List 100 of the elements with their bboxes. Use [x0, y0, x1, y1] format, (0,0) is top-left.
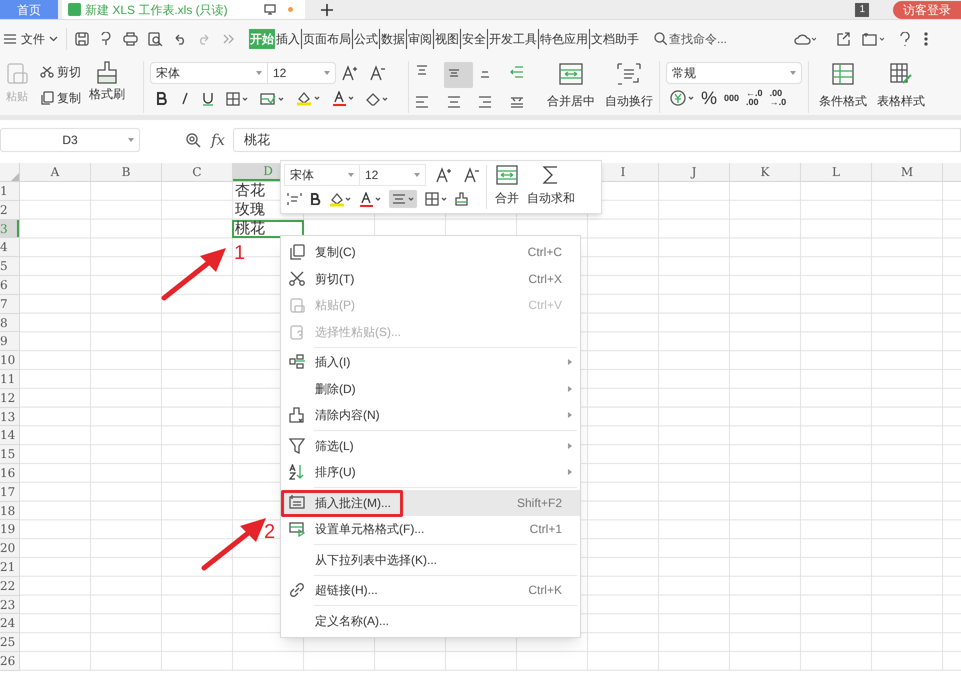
- font-size-select[interactable]: 12: [268, 62, 336, 84]
- row-header[interactable]: 18: [0, 502, 19, 520]
- insert-cells-icon[interactable]: [289, 354, 305, 370]
- percent-button[interactable]: %: [701, 89, 718, 107]
- menu-item[interactable]: 从下拉列表中选择(K)...: [281, 546, 580, 573]
- window-count-badge[interactable]: 1: [855, 2, 869, 16]
- row-header[interactable]: 23: [0, 596, 19, 614]
- eraser-icon[interactable]: [366, 92, 388, 106]
- ribbon-tab[interactable]: 数据: [379, 28, 406, 48]
- menu-item[interactable]: 复制(C) Ctrl+C: [281, 239, 580, 266]
- menu-item[interactable]: 剪切(T) Ctrl+X: [281, 266, 580, 292]
- link-icon[interactable]: [289, 582, 305, 598]
- search-icon[interactable]: [654, 32, 667, 45]
- login-button[interactable]: 访客登录: [893, 0, 961, 18]
- caret-icon[interactable]: [324, 71, 330, 75]
- align-right-icon[interactable]: [478, 95, 492, 109]
- ribbon-tab[interactable]: 公式: [352, 28, 379, 48]
- column-header[interactable]: B: [91, 163, 162, 181]
- row-header[interactable]: 1: [0, 182, 19, 201]
- menu-item[interactable]: 插入批注(M)... Shift+F2: [281, 490, 580, 516]
- wrap-text-button[interactable]: 自动换行: [605, 57, 653, 115]
- copy-button[interactable]: 复制: [40, 89, 81, 107]
- menu-item[interactable]: 设置单元格格式(F)... Ctrl+1: [281, 516, 580, 542]
- thousands-separator-button[interactable]: 000: [724, 93, 740, 103]
- font-color-icon[interactable]: [359, 192, 381, 206]
- caret-icon[interactable]: [128, 138, 134, 142]
- ribbon-tab[interactable]: 安全: [460, 28, 487, 48]
- caret-icon[interactable]: [790, 71, 796, 75]
- font-color-icon[interactable]: [332, 91, 354, 106]
- column-header[interactable]: K: [730, 163, 801, 181]
- font-size-select[interactable]: 12: [360, 164, 426, 186]
- italic-icon[interactable]: [180, 92, 190, 105]
- menu-item[interactable]: 定义名称(A)...: [281, 608, 580, 634]
- row-header[interactable]: 8: [0, 314, 19, 332]
- comment-icon[interactable]: [289, 494, 305, 511]
- cell-style-icon[interactable]: [260, 92, 284, 106]
- row-header[interactable]: 16: [0, 464, 19, 483]
- grow-font-icon[interactable]: [436, 167, 454, 183]
- conditional-format-button[interactable]: 条件格式: [819, 57, 867, 115]
- underline-icon[interactable]: [202, 92, 214, 106]
- align-left-icon[interactable]: [415, 95, 429, 109]
- search-field[interactable]: 查找命令...: [654, 30, 764, 48]
- row-header[interactable]: 9: [0, 332, 19, 352]
- align-center-icon[interactable]: [392, 193, 414, 205]
- chevron-right-icon[interactable]: [568, 359, 572, 366]
- shrink-font-icon[interactable]: [370, 65, 386, 81]
- font-name-select[interactable]: 宋体: [150, 62, 268, 84]
- row-header[interactable]: 10: [0, 351, 19, 370]
- fill-color-icon[interactable]: [296, 91, 320, 106]
- row-header[interactable]: 4: [0, 238, 19, 258]
- menu-icon[interactable]: [4, 34, 16, 44]
- plus-icon[interactable]: [321, 4, 333, 16]
- name-box[interactable]: D3: [0, 128, 140, 152]
- column-header[interactable]: J: [659, 163, 730, 181]
- shrink-font-icon[interactable]: [464, 167, 480, 183]
- bold-icon[interactable]: [310, 193, 321, 205]
- row-header[interactable]: 17: [0, 482, 19, 502]
- scissors-icon[interactable]: [40, 66, 54, 78]
- currency-icon[interactable]: [670, 90, 694, 106]
- menu-item[interactable]: 排序(U): [281, 459, 580, 486]
- row-header[interactable]: 13: [0, 408, 19, 426]
- format-painter-button[interactable]: 格式刷: [89, 61, 125, 115]
- table-style-button[interactable]: 表格样式: [877, 57, 925, 115]
- ribbon-tab[interactable]: 审阅: [406, 28, 433, 48]
- ribbon-tab[interactable]: 开发工具: [487, 28, 538, 48]
- add-decimal-button[interactable]: ←.0 .00: [746, 89, 763, 107]
- ribbon-tab[interactable]: 视图: [433, 28, 460, 48]
- grow-font-icon[interactable]: [342, 65, 360, 81]
- menu-item[interactable]: 插入(I): [281, 349, 580, 376]
- column-header[interactable]: L: [801, 163, 872, 181]
- scissors-icon[interactable]: [289, 270, 305, 287]
- caret-icon[interactable]: [256, 71, 262, 75]
- zoom-icon[interactable]: [186, 132, 201, 148]
- save-icon[interactable]: [75, 32, 89, 46]
- chevron-right-icon[interactable]: [568, 469, 572, 476]
- card-icon[interactable]: [862, 32, 884, 46]
- share-icon[interactable]: [836, 32, 850, 46]
- merge-cells-icon[interactable]: [559, 63, 583, 85]
- row-header[interactable]: 24: [0, 614, 19, 634]
- merge-center-button[interactable]: 合并居中: [547, 57, 595, 115]
- menu-item[interactable]: 删除(D): [281, 376, 580, 402]
- chevron-right-icon[interactable]: [568, 386, 572, 392]
- row-header[interactable]: 5: [0, 257, 19, 276]
- ribbon-tab[interactable]: 插入: [275, 28, 301, 48]
- kebab-menu-icon[interactable]: [924, 32, 928, 46]
- remove-decimal-button[interactable]: .00 →.0: [770, 89, 786, 107]
- ribbon-tab[interactable]: 文档助手: [589, 28, 640, 48]
- merge-button[interactable]: 合并: [495, 161, 519, 213]
- row-header[interactable]: 11: [0, 370, 19, 389]
- indent-icon[interactable]: [510, 65, 524, 79]
- monitor-icon[interactable]: [264, 4, 276, 15]
- copy-icon[interactable]: [289, 244, 305, 260]
- print-icon[interactable]: [123, 32, 138, 46]
- menu-item[interactable]: 清除内容(N): [281, 402, 580, 428]
- borders-icon[interactable]: [425, 192, 447, 206]
- fill-color-icon[interactable]: [329, 192, 351, 206]
- menu-item[interactable]: 超链接(H)... Ctrl+K: [281, 577, 580, 604]
- format-cells-icon[interactable]: [289, 521, 305, 538]
- row-header[interactable]: 12: [0, 388, 19, 408]
- distribute-icon[interactable]: [510, 95, 524, 109]
